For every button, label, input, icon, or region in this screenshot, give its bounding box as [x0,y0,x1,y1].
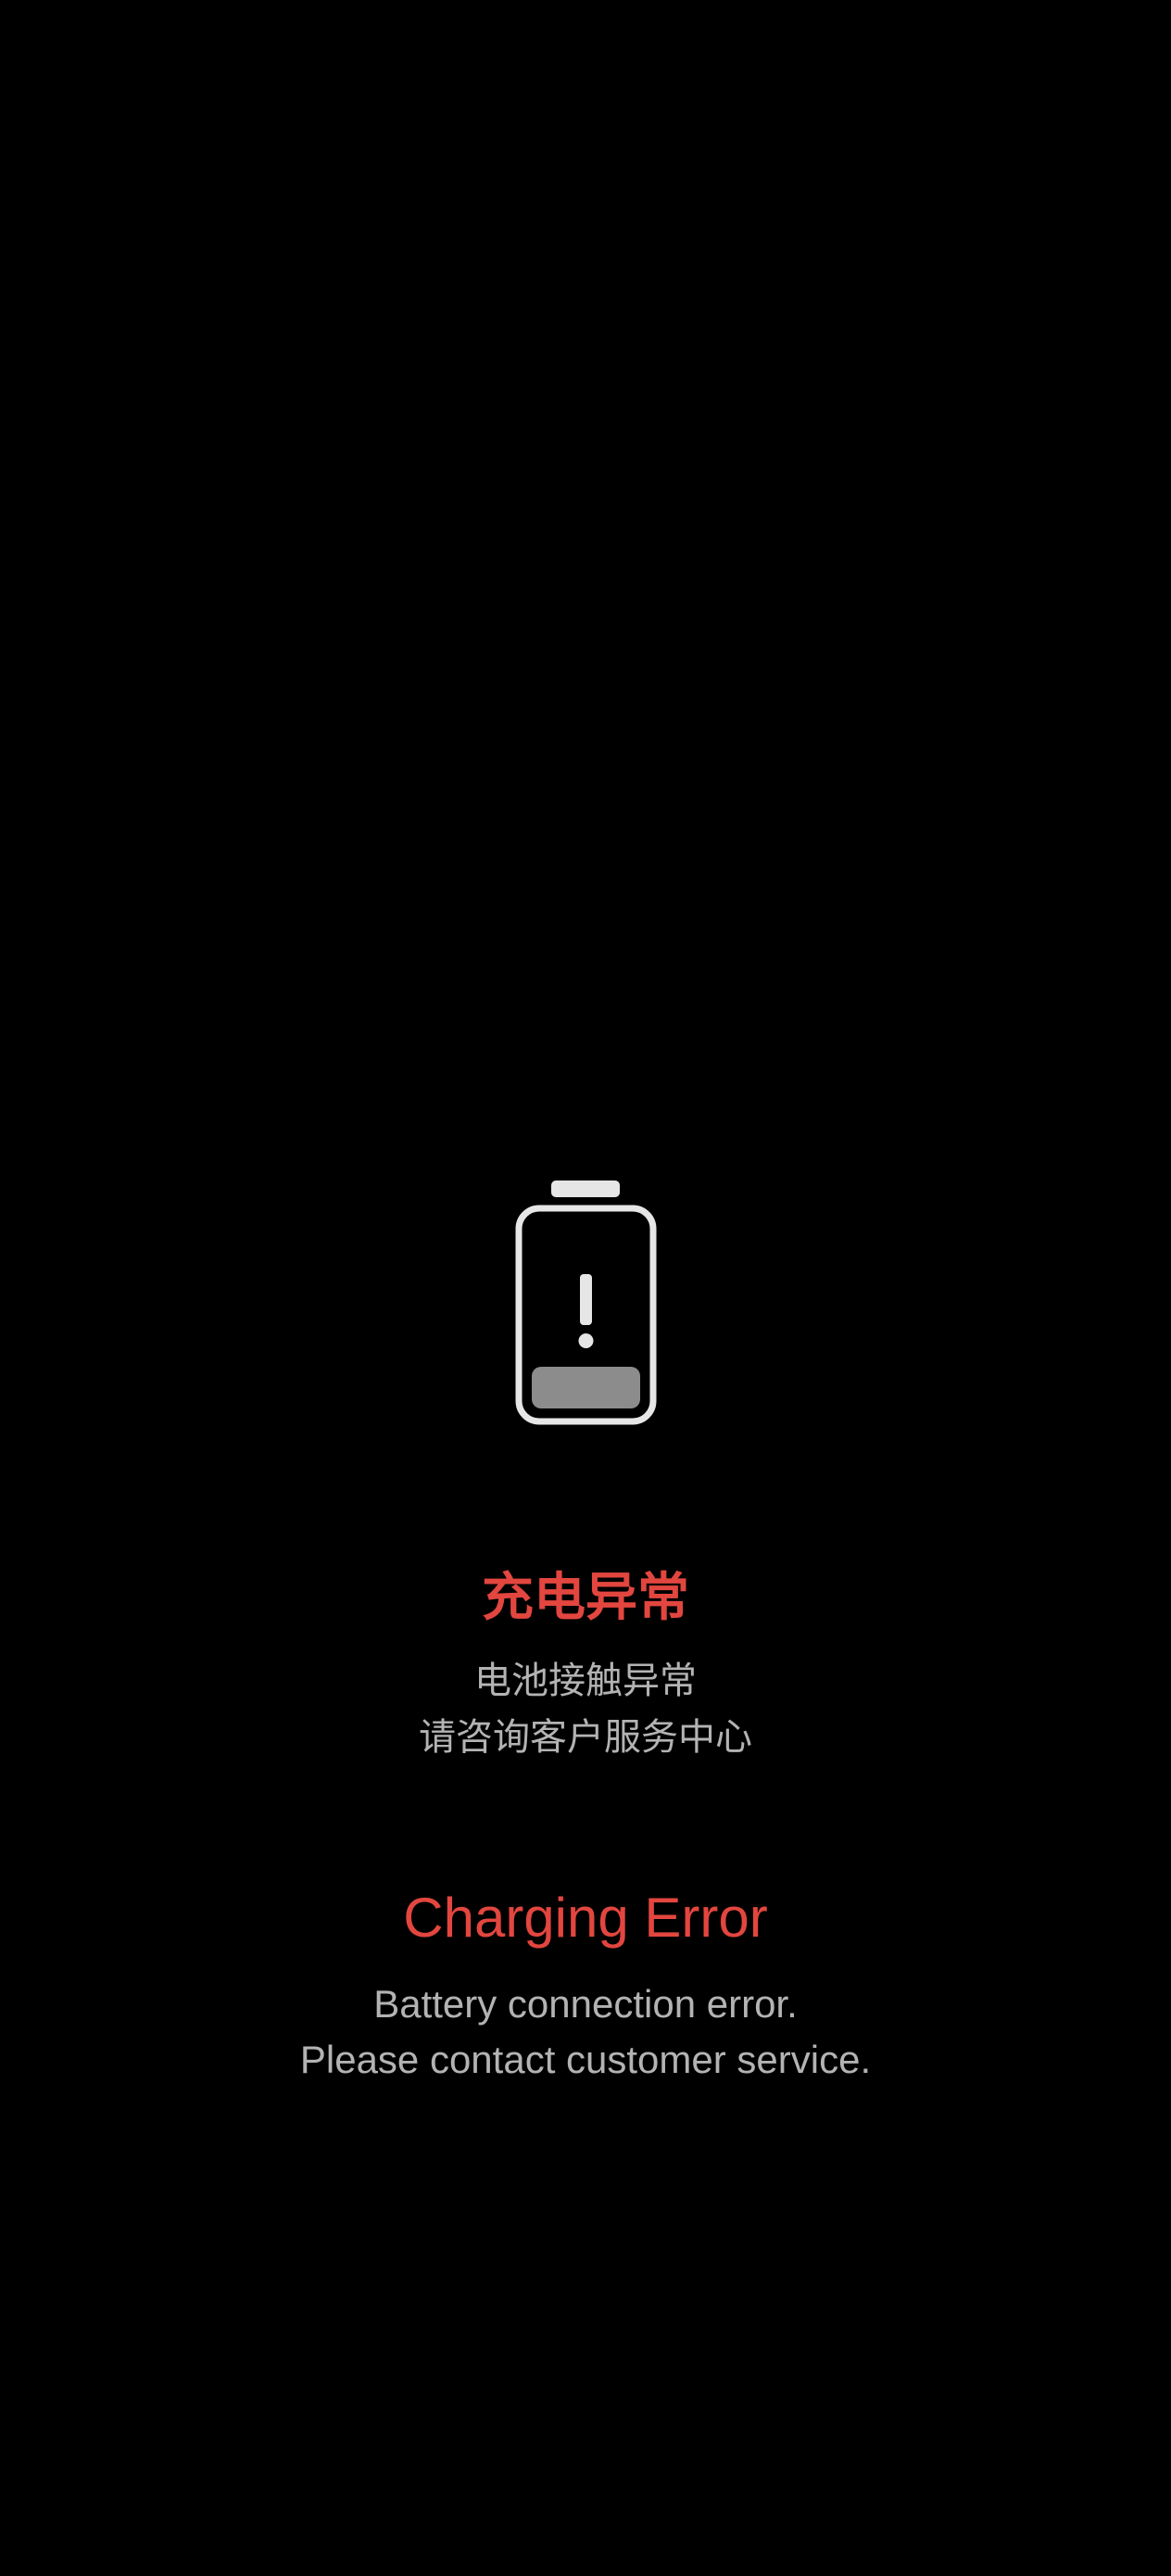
error-message-english-line-2: Please contact customer service. [299,2038,872,2081]
error-title-chinese: 充电异常 [482,1568,689,1628]
error-message-chinese-line-2: 请咨询客户服务中心 [419,1716,752,1759]
battery-error-icon [515,1181,657,1425]
battery-terminal [551,1181,620,1197]
charging-error-screen: 充电异常 电池接触异常 请咨询客户服务中心 Charging Error Bat… [0,0,1171,2576]
battery-low-level [532,1367,640,1408]
error-message-chinese-line-1: 电池接触异常 [474,1660,697,1702]
exclamation-dot [578,1333,594,1348]
exclamation-bar [580,1274,592,1325]
error-title-english: Charging Error [403,1887,768,1949]
error-message-english-line-1: Battery connection error. [373,1982,798,2026]
